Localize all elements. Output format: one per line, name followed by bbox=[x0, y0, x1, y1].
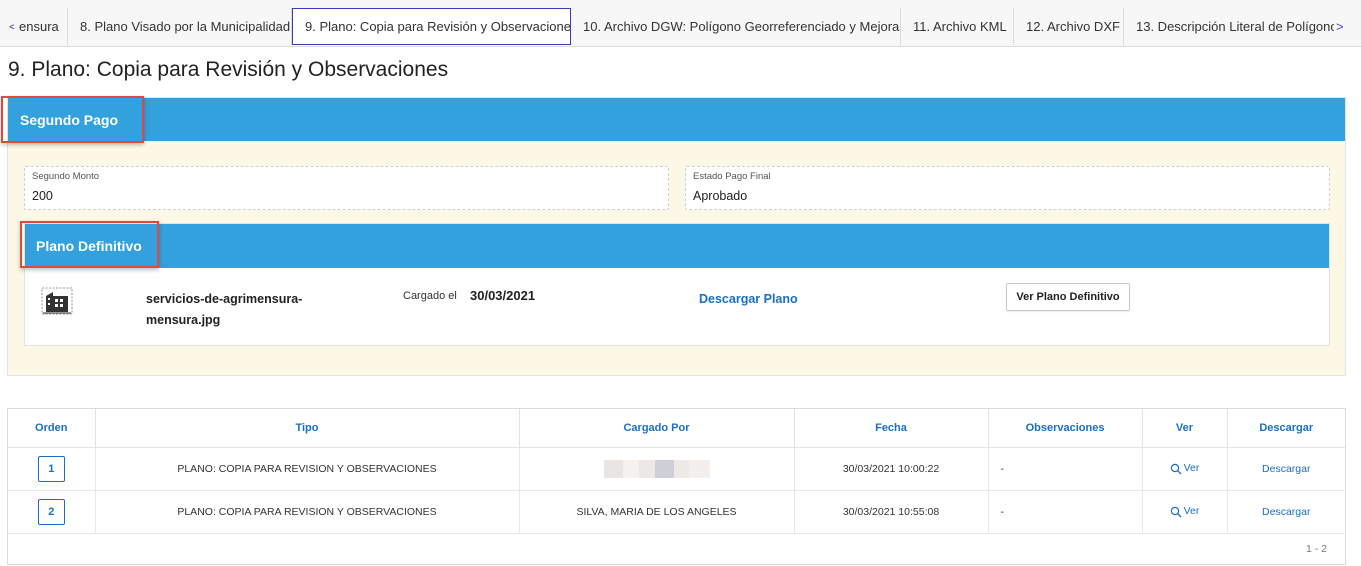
ver-plano-definitivo-button[interactable]: Ver Plano Definitivo bbox=[1006, 283, 1130, 311]
cell-descargar: Descargar bbox=[1227, 490, 1345, 534]
pagination-info: 1 - 2 bbox=[1305, 543, 1327, 555]
header-descargar[interactable]: Descargar bbox=[1227, 409, 1345, 448]
cell-descargar: Descargar bbox=[1227, 447, 1345, 491]
tab-plano-visado[interactable]: 8. Plano Visado por la Municipalidad bbox=[68, 8, 292, 45]
redacted-name bbox=[603, 459, 710, 478]
segundo-monto-label: Segundo Monto bbox=[32, 171, 100, 182]
segundo-monto-field[interactable]: Segundo Monto 200 bbox=[24, 166, 669, 210]
report-region: Orden Tipo Cargado Por Fecha Observacion… bbox=[7, 408, 1346, 565]
segundo-pago-header bbox=[8, 98, 1345, 141]
header-tipo[interactable]: Tipo bbox=[95, 409, 520, 448]
cell-observaciones: - bbox=[988, 447, 1143, 491]
estado-pago-final-label: Estado Pago Final bbox=[693, 171, 771, 182]
blueprint-building-icon bbox=[41, 287, 73, 315]
tab-archivo-dgw[interactable]: 10. Archivo DGW: Polígono Georreferencia… bbox=[571, 8, 901, 45]
header-fecha[interactable]: Fecha bbox=[794, 409, 989, 448]
plano-definitivo-region: Plano Definitivo servicios-de-agrimensur… bbox=[20, 221, 1330, 346]
tab-plano-copia-revision[interactable]: 9. Plano: Copia para Revisión y Observac… bbox=[292, 8, 571, 45]
descargar-plano-link[interactable]: Descargar Plano bbox=[699, 292, 798, 306]
header-cargado-por[interactable]: Cargado Por bbox=[519, 409, 795, 448]
orden-button[interactable]: 1 bbox=[37, 455, 65, 482]
cell-observaciones: - bbox=[988, 490, 1143, 534]
estado-pago-final-value: Aprobado bbox=[693, 189, 748, 203]
orden-button[interactable]: 2 bbox=[37, 498, 65, 525]
tab-bar: < ensura 8. Plano Visado por la Municipa… bbox=[0, 0, 1361, 47]
table-header-row: Orden Tipo Cargado Por Fecha Observacion… bbox=[8, 409, 1345, 448]
header-observaciones[interactable]: Observaciones bbox=[988, 409, 1143, 448]
segundo-pago-title: Segundo Pago bbox=[20, 112, 118, 128]
tabs-next-arrow-icon[interactable]: > bbox=[1336, 8, 1344, 45]
descargar-link[interactable]: Descargar bbox=[1262, 463, 1310, 475]
tab-archivo-dxf[interactable]: 12. Archivo DXF bbox=[1014, 8, 1124, 45]
ver-label: Ver bbox=[1183, 462, 1200, 475]
ver-label: Ver bbox=[1183, 505, 1200, 518]
cell-fecha: 30/03/2021 10:00:22 bbox=[794, 447, 989, 491]
tab-mensura[interactable]: ensura bbox=[14, 8, 68, 45]
cell-cargado-por bbox=[519, 447, 795, 491]
file-name: servicios-de-agrimensura-mensura.jpg bbox=[146, 292, 303, 327]
cell-tipo: PLANO: COPIA PARA REVISION Y OBSERVACION… bbox=[95, 490, 520, 534]
cell-tipo: PLANO: COPIA PARA REVISION Y OBSERVACION… bbox=[95, 447, 520, 491]
cell-ver: Ver bbox=[1142, 490, 1228, 534]
cell-cargado-por: SILVA, MARIA DE LOS ANGELES bbox=[519, 490, 795, 534]
descargar-link[interactable]: Descargar bbox=[1262, 506, 1310, 518]
estado-pago-final-field[interactable]: Estado Pago Final Aprobado bbox=[685, 166, 1330, 210]
tab-descripcion-literal[interactable]: 13. Descripción Literal de Polígonos bbox=[1124, 8, 1334, 45]
report-table: Orden Tipo Cargado Por Fecha Observacion… bbox=[8, 409, 1345, 534]
ver-link[interactable]: Ver bbox=[1170, 462, 1200, 475]
plano-definitivo-title: Plano Definitivo bbox=[36, 238, 142, 254]
page-title: 9. Plano: Copia para Revisión y Observac… bbox=[8, 58, 449, 81]
plano-definitivo-header bbox=[25, 224, 1329, 268]
loaded-label: Cargado el bbox=[403, 290, 457, 302]
loaded-date: 30/03/2021 bbox=[470, 288, 536, 303]
cell-fecha: 30/03/2021 10:55:08 bbox=[794, 490, 989, 534]
cell-ver: Ver bbox=[1142, 447, 1228, 491]
table-row: 1 PLANO: COPIA PARA REVISION Y OBSERVACI… bbox=[8, 447, 1345, 491]
ver-link[interactable]: Ver bbox=[1170, 505, 1200, 518]
search-icon bbox=[1170, 506, 1182, 518]
segundo-pago-region: Segundo Pago Segundo Monto 200 Estado Pa… bbox=[1, 96, 1346, 376]
segundo-monto-value: 200 bbox=[32, 189, 53, 203]
table-row: 2 PLANO: COPIA PARA REVISION Y OBSERVACI… bbox=[8, 490, 1345, 534]
header-orden[interactable]: Orden bbox=[8, 409, 96, 448]
tab-archivo-kml[interactable]: 11. Archivo KML bbox=[901, 8, 1014, 45]
search-icon bbox=[1170, 463, 1182, 475]
header-ver[interactable]: Ver bbox=[1142, 409, 1228, 448]
